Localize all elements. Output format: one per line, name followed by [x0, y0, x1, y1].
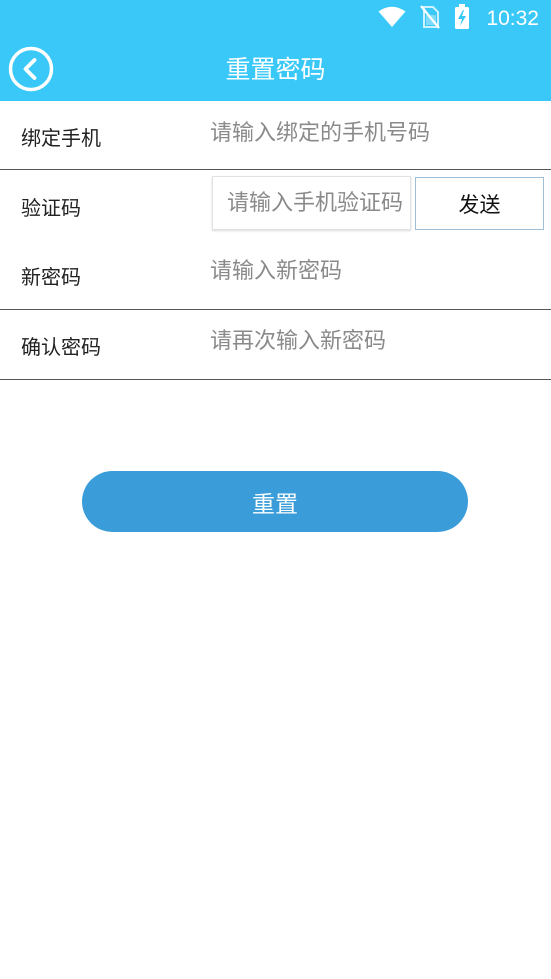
phone-input[interactable]	[210, 97, 543, 169]
status-bar: 10:32	[0, 0, 551, 38]
status-time: 10:32	[486, 7, 539, 30]
battery-charging-icon	[454, 4, 470, 34]
wifi-icon	[378, 6, 406, 32]
app-bar: 重置密码	[0, 38, 551, 101]
confirm-password-input[interactable]	[210, 304, 543, 379]
new-password-label: 新密码	[21, 265, 81, 289]
code-label: 验证码	[21, 195, 81, 220]
new-password-input[interactable]	[210, 234, 543, 309]
page-title: 重置密码	[225, 55, 326, 84]
back-circle-icon	[8, 46, 54, 96]
confirm-password-label: 确认密码	[21, 335, 101, 359]
code-input-box	[212, 176, 411, 230]
no-sim-icon	[420, 5, 441, 33]
reset-form: 绑定手机 验证码 发送 新密码 确认密码	[0, 97, 551, 380]
phone-label: 绑定手机	[21, 125, 101, 150]
back-button[interactable]	[8, 46, 54, 96]
phone-row: 绑定手机	[0, 97, 551, 170]
new-password-row: 新密码	[0, 234, 551, 310]
code-row: 验证码 发送	[0, 170, 551, 240]
code-input[interactable]	[227, 177, 410, 229]
confirm-password-row: 确认密码	[0, 304, 551, 380]
send-code-button[interactable]: 发送	[415, 177, 544, 230]
status-icons: 10:32	[378, 4, 539, 34]
reset-button[interactable]: 重置	[82, 471, 468, 532]
